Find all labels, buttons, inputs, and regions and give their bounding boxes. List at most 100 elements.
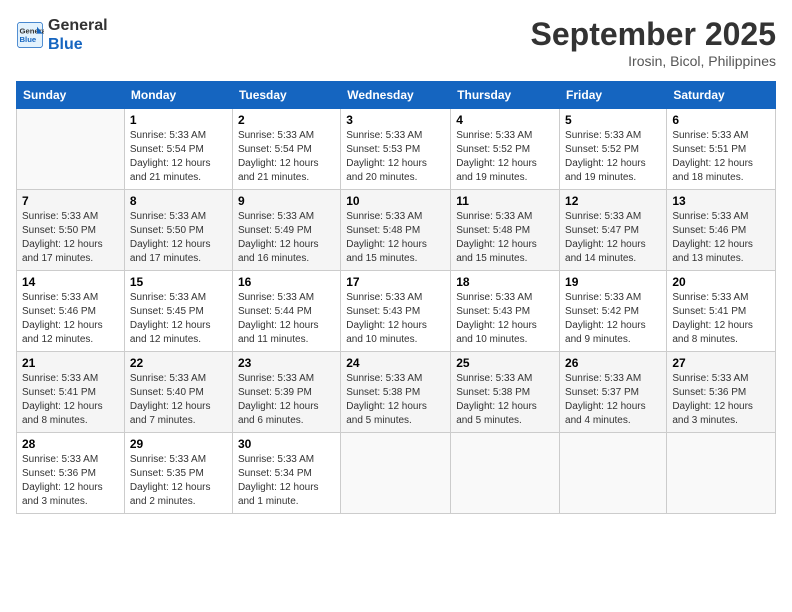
calendar-cell: 9 Sunrise: 5:33 AM Sunset: 5:49 PM Daylig… (232, 190, 340, 271)
day-number: 9 (238, 194, 335, 208)
day-info: Sunrise: 5:33 AM Sunset: 5:38 PM Dayligh… (456, 372, 554, 428)
calendar-cell: 18 Sunrise: 5:33 AM Sunset: 5:43 PM Dayli… (451, 271, 560, 352)
page-header: General Blue General Blue September 2025… (16, 16, 776, 69)
calendar-cell: 4 Sunrise: 5:33 AM Sunset: 5:52 PM Daylig… (451, 109, 560, 190)
day-info: Sunrise: 5:33 AM Sunset: 5:46 PM Dayligh… (672, 210, 770, 266)
col-header-sunday: Sunday (17, 82, 125, 109)
day-number: 4 (456, 113, 554, 127)
day-info: Sunrise: 5:33 AM Sunset: 5:41 PM Dayligh… (22, 372, 119, 428)
day-number: 14 (22, 275, 119, 289)
calendar-cell: 30 Sunrise: 5:33 AM Sunset: 5:34 PM Dayli… (232, 433, 340, 514)
calendar-week-3: 14 Sunrise: 5:33 AM Sunset: 5:46 PM Dayli… (17, 271, 776, 352)
calendar-cell: 13 Sunrise: 5:33 AM Sunset: 5:46 PM Dayli… (667, 190, 776, 271)
day-number: 22 (130, 356, 227, 370)
col-header-wednesday: Wednesday (341, 82, 451, 109)
calendar-cell: 20 Sunrise: 5:33 AM Sunset: 5:41 PM Dayli… (667, 271, 776, 352)
day-number: 21 (22, 356, 119, 370)
day-number: 1 (130, 113, 227, 127)
day-number: 15 (130, 275, 227, 289)
day-number: 13 (672, 194, 770, 208)
calendar-cell: 29 Sunrise: 5:33 AM Sunset: 5:35 PM Dayli… (124, 433, 232, 514)
day-info: Sunrise: 5:33 AM Sunset: 5:34 PM Dayligh… (238, 453, 335, 509)
calendar-cell (17, 109, 125, 190)
day-info: Sunrise: 5:33 AM Sunset: 5:40 PM Dayligh… (130, 372, 227, 428)
day-info: Sunrise: 5:33 AM Sunset: 5:37 PM Dayligh… (565, 372, 661, 428)
calendar-cell: 16Sunrise: 5:33 AM Sunset: 5:44 PM Dayli… (232, 271, 340, 352)
day-info: Sunrise: 5:33 AM Sunset: 5:53 PM Dayligh… (346, 129, 445, 185)
day-info: Sunrise: 5:33 AM Sunset: 5:46 PM Dayligh… (22, 291, 119, 347)
month-title: September 2025 (531, 16, 776, 53)
location-subtitle: Irosin, Bicol, Philippines (531, 53, 776, 69)
day-info: Sunrise: 5:33 AM Sunset: 5:43 PM Dayligh… (456, 291, 554, 347)
day-number: 2 (238, 113, 335, 127)
calendar-cell: 22 Sunrise: 5:33 AM Sunset: 5:40 PM Dayli… (124, 352, 232, 433)
title-block: September 2025 Irosin, Bicol, Philippine… (531, 16, 776, 69)
calendar-cell: 1 Sunrise: 5:33 AM Sunset: 5:54 PM Daylig… (124, 109, 232, 190)
calendar-cell: 12 Sunrise: 5:33 AM Sunset: 5:47 PM Dayli… (560, 190, 667, 271)
day-number: 6 (672, 113, 770, 127)
day-number: 29 (130, 437, 227, 451)
calendar-cell: 2 Sunrise: 5:33 AM Sunset: 5:54 PM Daylig… (232, 109, 340, 190)
svg-text:Blue: Blue (20, 35, 37, 44)
calendar-week-4: 21 Sunrise: 5:33 AM Sunset: 5:41 PM Dayli… (17, 352, 776, 433)
day-number: 20 (672, 275, 770, 289)
day-info: Sunrise: 5:33 AM Sunset: 5:36 PM Dayligh… (22, 453, 119, 509)
day-info: Sunrise: 5:33 AM Sunset: 5:50 PM Dayligh… (22, 210, 119, 266)
day-info: Sunrise: 5:33 AM Sunset: 5:54 PM Dayligh… (130, 129, 227, 185)
day-info: Sunrise: 5:33 AM Sunset: 5:52 PM Dayligh… (565, 129, 661, 185)
calendar-cell: 6Sunrise: 5:33 AM Sunset: 5:51 PM Daylig… (667, 109, 776, 190)
day-number: 28 (22, 437, 119, 451)
calendar-cell (560, 433, 667, 514)
day-number: 27 (672, 356, 770, 370)
day-info: Sunrise: 5:33 AM Sunset: 5:39 PM Dayligh… (238, 372, 335, 428)
day-info: Sunrise: 5:33 AM Sunset: 5:38 PM Dayligh… (346, 372, 445, 428)
day-number: 10 (346, 194, 445, 208)
calendar-cell: 23 Sunrise: 5:33 AM Sunset: 5:39 PM Dayli… (232, 352, 340, 433)
day-info: Sunrise: 5:33 AM Sunset: 5:50 PM Dayligh… (130, 210, 227, 266)
calendar-header-row: SundayMondayTuesdayWednesdayThursdayFrid… (17, 82, 776, 109)
day-number: 23 (238, 356, 335, 370)
logo-icon: General Blue (16, 21, 44, 49)
day-info: Sunrise: 5:33 AM Sunset: 5:52 PM Dayligh… (456, 129, 554, 185)
day-number: 11 (456, 194, 554, 208)
calendar-cell: 19Sunrise: 5:33 AM Sunset: 5:42 PM Dayli… (560, 271, 667, 352)
day-number: 26 (565, 356, 661, 370)
logo-text-blue: Blue (48, 35, 108, 54)
calendar-cell: 25Sunrise: 5:33 AM Sunset: 5:38 PM Dayli… (451, 352, 560, 433)
day-info: Sunrise: 5:33 AM Sunset: 5:48 PM Dayligh… (346, 210, 445, 266)
day-info: Sunrise: 5:33 AM Sunset: 5:49 PM Dayligh… (238, 210, 335, 266)
day-number: 7 (22, 194, 119, 208)
calendar-cell: 3 Sunrise: 5:33 AM Sunset: 5:53 PM Daylig… (341, 109, 451, 190)
day-number: 18 (456, 275, 554, 289)
calendar-cell: 5 Sunrise: 5:33 AM Sunset: 5:52 PM Daylig… (560, 109, 667, 190)
day-number: 8 (130, 194, 227, 208)
day-number: 30 (238, 437, 335, 451)
day-info: Sunrise: 5:33 AM Sunset: 5:54 PM Dayligh… (238, 129, 335, 185)
day-info: Sunrise: 5:33 AM Sunset: 5:47 PM Dayligh… (565, 210, 661, 266)
day-info: Sunrise: 5:33 AM Sunset: 5:41 PM Dayligh… (672, 291, 770, 347)
day-number: 12 (565, 194, 661, 208)
logo: General Blue General Blue (16, 16, 108, 54)
day-number: 5 (565, 113, 661, 127)
day-info: Sunrise: 5:33 AM Sunset: 5:43 PM Dayligh… (346, 291, 445, 347)
col-header-friday: Friday (560, 82, 667, 109)
day-number: 16 (238, 275, 335, 289)
calendar-cell: 28 Sunrise: 5:33 AM Sunset: 5:36 PM Dayli… (17, 433, 125, 514)
col-header-thursday: Thursday (451, 82, 560, 109)
col-header-saturday: Saturday (667, 82, 776, 109)
logo-text-general: General (48, 16, 108, 35)
day-number: 17 (346, 275, 445, 289)
calendar-cell: 14 Sunrise: 5:33 AM Sunset: 5:46 PM Dayli… (17, 271, 125, 352)
calendar-cell: 27 Sunrise: 5:33 AM Sunset: 5:36 PM Dayli… (667, 352, 776, 433)
calendar-cell: 10 Sunrise: 5:33 AM Sunset: 5:48 PM Dayli… (341, 190, 451, 271)
calendar-cell: 21 Sunrise: 5:33 AM Sunset: 5:41 PM Dayli… (17, 352, 125, 433)
day-info: Sunrise: 5:33 AM Sunset: 5:35 PM Dayligh… (130, 453, 227, 509)
day-number: 3 (346, 113, 445, 127)
col-header-tuesday: Tuesday (232, 82, 340, 109)
day-info: Sunrise: 5:33 AM Sunset: 5:36 PM Dayligh… (672, 372, 770, 428)
col-header-monday: Monday (124, 82, 232, 109)
calendar-cell: 26 Sunrise: 5:33 AM Sunset: 5:37 PM Dayli… (560, 352, 667, 433)
calendar-cell: 11Sunrise: 5:33 AM Sunset: 5:48 PM Dayli… (451, 190, 560, 271)
calendar-cell: 7 Sunrise: 5:33 AM Sunset: 5:50 PM Daylig… (17, 190, 125, 271)
day-info: Sunrise: 5:33 AM Sunset: 5:42 PM Dayligh… (565, 291, 661, 347)
